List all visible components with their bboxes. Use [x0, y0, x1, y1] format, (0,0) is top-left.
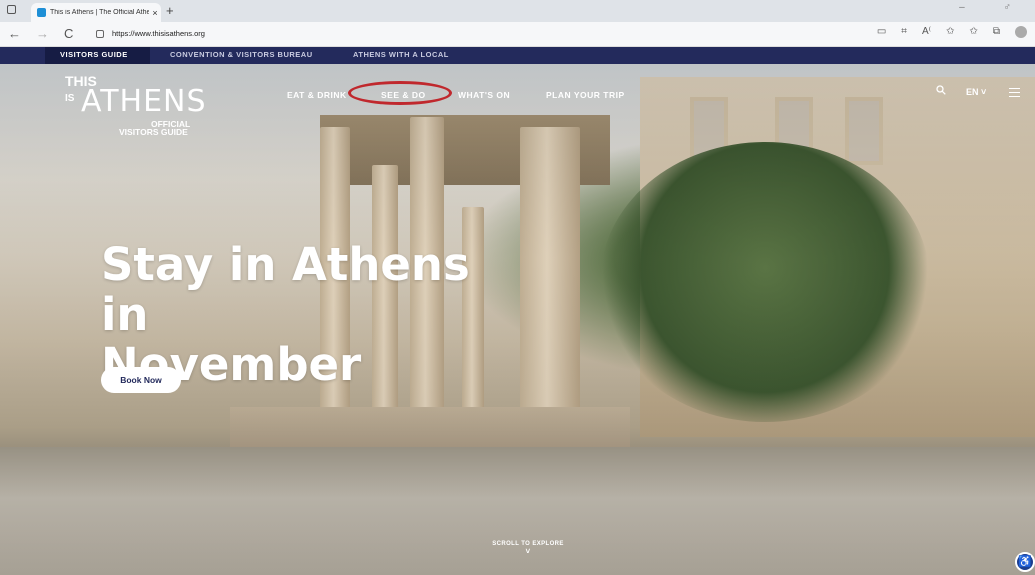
tab-close-icon[interactable]: × — [149, 8, 161, 18]
headline-line-1: Stay in Athens in — [101, 238, 470, 341]
favorite-icon[interactable]: ✩ — [946, 26, 954, 38]
back-button[interactable]: ← — [8, 26, 21, 41]
accessibility-icon[interactable]: ♿ — [1015, 552, 1035, 572]
topnav-athens-with-a-local[interactable]: ATHENS WITH A LOCAL — [353, 50, 449, 59]
site-favicon-icon — [37, 8, 46, 17]
language-selector[interactable]: EN ˅ — [966, 87, 986, 97]
chevron-down-icon: ˅ — [525, 547, 531, 556]
new-tab-button[interactable]: + — [166, 3, 174, 18]
lock-icon — [96, 29, 104, 38]
window-controls[interactable]: – ♂ — [959, 2, 1029, 13]
window-menu-icon[interactable] — [7, 5, 16, 14]
favorites-list-icon[interactable]: ✩ — [969, 26, 977, 38]
logo-visitors-guide: VISITORS GUIDE — [119, 127, 188, 137]
site-logo[interactable]: THIS IS ATHENS OFFICIAL VISITORS GUIDE — [65, 74, 206, 137]
logo-is: IS — [65, 93, 75, 104]
nav-plan-your-trip[interactable]: PLAN YOUR TRIP — [546, 90, 625, 100]
logo-athens: ATHENS — [81, 84, 207, 119]
reload-button[interactable]: C — [64, 26, 73, 41]
website: VISITORS GUIDE CONVENTION & VISITORS BUR… — [0, 47, 1035, 575]
scroll-to-explore[interactable]: SCROLL TO EXPLORE ˅ — [478, 541, 578, 556]
url-field[interactable]: https://www.thisisathens.org — [92, 26, 862, 41]
nav-whats-on[interactable]: WHAT'S ON — [458, 90, 510, 100]
browser-tab-bar: This is Athens | The Official Athe × + –… — [0, 0, 1035, 22]
read-aloud-icon[interactable]: A⁽ — [922, 26, 931, 38]
topnav-convention-bureau[interactable]: CONVENTION & VISITORS BUREAU — [170, 50, 313, 59]
tab-title: This is Athens | The Official Athe — [50, 9, 149, 16]
search-icon[interactable] — [936, 85, 946, 97]
reader-view-icon[interactable]: ▭ — [877, 26, 886, 38]
forward-button[interactable]: → — [36, 26, 49, 41]
nav-eat-drink[interactable]: EAT & DRINK — [287, 90, 347, 100]
hamburger-menu-icon[interactable] — [1009, 85, 1020, 100]
topnav-visitors-guide[interactable]: VISITORS GUIDE — [60, 50, 128, 59]
address-bar: ← → C https://www.thisisathens.org ▭ ⌗ A… — [0, 22, 1035, 47]
browser-tab[interactable]: This is Athens | The Official Athe × — [31, 3, 161, 22]
highlight-circle — [348, 81, 452, 105]
url-text: https://www.thisisathens.org — [112, 29, 205, 38]
apps-icon[interactable]: ⌗ — [901, 26, 907, 38]
top-navigation-bar: VISITORS GUIDE CONVENTION & VISITORS BUR… — [0, 47, 1035, 64]
profile-avatar[interactable] — [1015, 26, 1027, 38]
toolbar-icons: ▭ ⌗ A⁽ ✩ ✩ ⧉ — [877, 26, 1027, 38]
collections-icon[interactable]: ⧉ — [993, 26, 1000, 38]
book-now-button[interactable]: Book Now — [101, 367, 181, 393]
